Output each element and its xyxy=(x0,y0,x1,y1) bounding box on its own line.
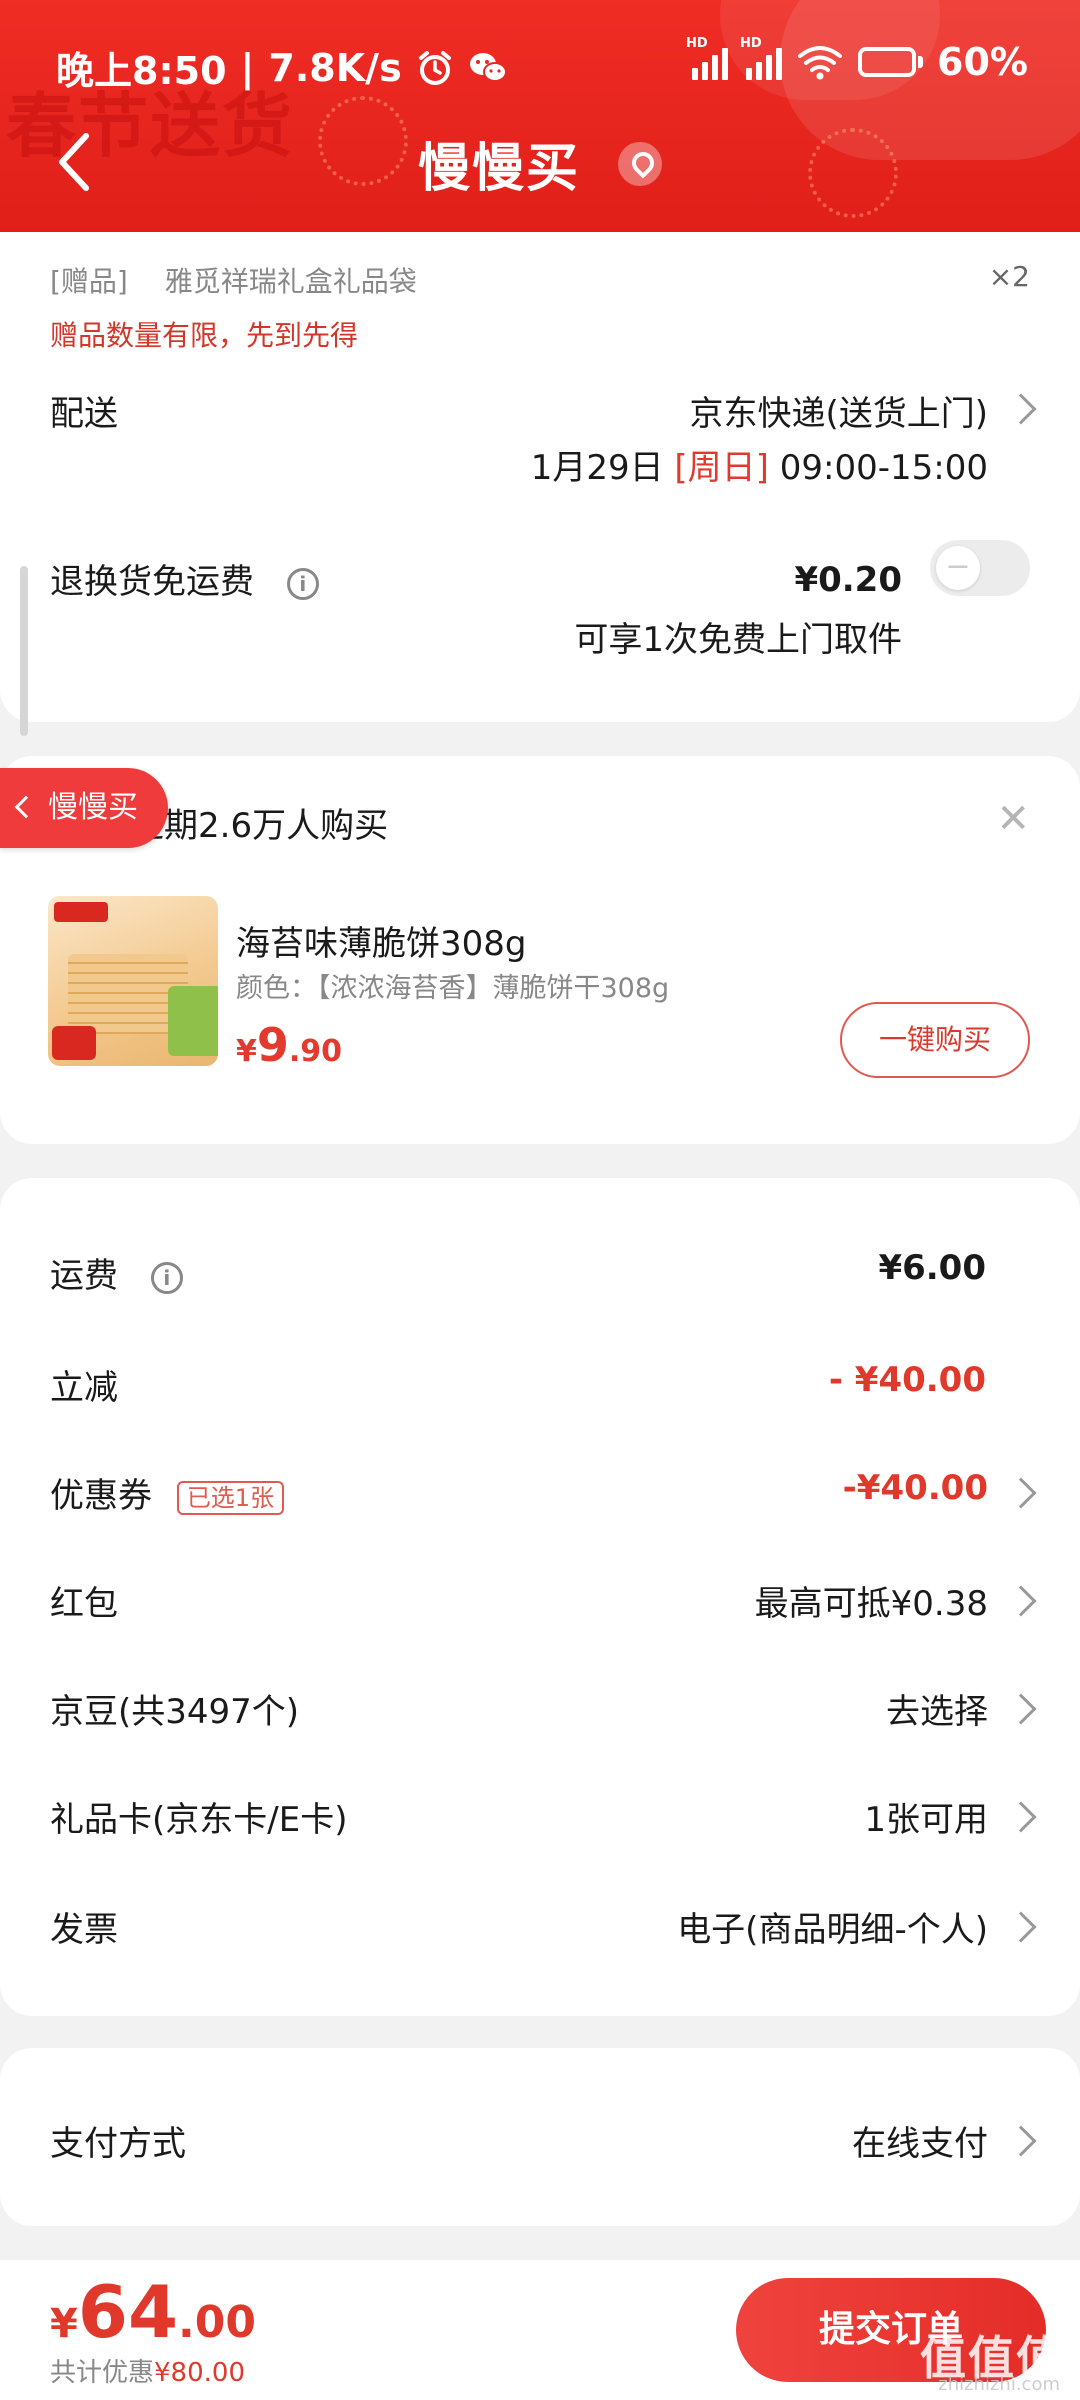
order-page: 春节送货 晚上8:50 | 7.8K/s HD HD 60% 慢慢买 [赠品] … xyxy=(0,0,1080,2400)
alarm-icon xyxy=(418,50,451,85)
delivery-weekday: [周日] xyxy=(674,448,769,488)
total-integer: 64 xyxy=(77,2270,179,2354)
page-title-wrap: 慢慢买 xyxy=(0,126,1080,201)
gift-name: 雅觅祥瑞礼盒礼品袋 xyxy=(164,265,417,298)
fee-value-giftcard[interactable]: 1张可用 xyxy=(864,1792,988,1841)
one-click-buy-button[interactable]: 一键购买 xyxy=(840,1002,1030,1078)
return-shipping-note: 可享1次免费上门取件 xyxy=(574,620,902,660)
return-shipping-label: 退换货免运费 xyxy=(50,562,254,602)
wifi-icon xyxy=(798,46,843,80)
return-shipping-toggle[interactable]: − xyxy=(930,540,1030,596)
battery-icon xyxy=(858,47,924,77)
fee-value-coupon[interactable]: -¥40.00 xyxy=(843,1468,988,1508)
fee-row-shipping: 运费 i xyxy=(50,1248,183,1297)
fee-label-giftcard: 礼品卡(京东卡/E卡) xyxy=(50,1800,348,1840)
savings-amount: ¥80.00 xyxy=(154,2358,245,2388)
fee-label: 运费 xyxy=(50,1256,118,1296)
fee-value-redpacket[interactable]: 最高可抵¥0.38 xyxy=(755,1576,988,1625)
fee-label-invoice: 发票 xyxy=(50,1910,118,1950)
header: 春节送货 晚上8:50 | 7.8K/s HD HD 60% 慢慢买 xyxy=(0,0,1080,232)
payment-value[interactable]: 在线支付 xyxy=(852,2116,988,2165)
gift-tip: 赠品数量有限，先到先得 xyxy=(50,319,359,352)
chevron-left-icon xyxy=(14,795,38,819)
savings-label: 共计优惠 xyxy=(50,2358,155,2388)
recommend-title: 近期2.6万人购买 xyxy=(130,806,389,846)
site-watermark-url: zhizhizhi.com xyxy=(938,2374,1060,2395)
close-icon[interactable]: ✕ xyxy=(996,796,1030,842)
scrollbar[interactable] xyxy=(20,566,28,736)
gift-quantity: ×2 xyxy=(988,260,1030,293)
price-decimal: .90 xyxy=(288,1034,343,1069)
page-title: 慢慢买 xyxy=(417,139,580,199)
delivery-time: 09:00-15:00 xyxy=(779,448,988,488)
status-bar: 晚上8:50 | 7.8K/s HD HD 60% xyxy=(0,0,1080,120)
fee-value-invoice[interactable]: 电子(商品明细-个人) xyxy=(677,1902,988,1951)
battery-percent: 60% xyxy=(937,40,1028,84)
return-shipping-row: 退换货免运费 i xyxy=(50,554,319,603)
delivery-label: 配送 xyxy=(50,394,118,434)
price-integer: 9 xyxy=(256,1018,289,1072)
delivery-slot[interactable]: 1月29日 [周日] 09:00-15:00 xyxy=(531,440,988,489)
product-spec: 颜色：【浓浓海苔香】薄脆饼干308g xyxy=(236,973,670,1004)
toggle-knob: − xyxy=(936,546,980,590)
product-thumbnail[interactable] xyxy=(48,896,218,1066)
product-name[interactable]: 海苔味薄脆饼308g xyxy=(236,916,526,965)
fee-row-coupon[interactable]: 优惠券 已选1张 xyxy=(50,1468,285,1517)
redpacket-value: 最高可抵¥0.38 xyxy=(754,1584,988,1624)
product-price: ¥9.90 xyxy=(236,1018,342,1072)
total-decimal: .00 xyxy=(178,2297,256,2348)
package-image xyxy=(168,986,218,1056)
fee-label-discount: 立减 xyxy=(50,1368,118,1408)
location-pin-icon[interactable] xyxy=(618,141,663,186)
total-savings: 共计优惠¥80.00 xyxy=(50,2352,245,2389)
gift-row: [赠品] 雅觅祥瑞礼盒礼品袋 xyxy=(50,260,445,300)
status-divider: | xyxy=(240,45,255,90)
fee-value-jingdou[interactable]: 去选择 xyxy=(886,1684,988,1733)
manmanmai-float-tab[interactable]: 慢慢买 xyxy=(0,768,168,848)
fee-label-redpacket: 红包 xyxy=(50,1584,118,1624)
wechat-icon xyxy=(469,52,507,82)
info-icon[interactable]: i xyxy=(150,1261,183,1294)
return-shipping-price: ¥0.20 xyxy=(794,560,902,600)
payment-label: 支付方式 xyxy=(50,2124,186,2164)
brand-logo xyxy=(54,902,108,922)
order-total: ¥64.00 xyxy=(50,2270,256,2354)
float-tab-label: 慢慢买 xyxy=(48,790,138,825)
price-sticker xyxy=(52,1026,96,1060)
fee-label: 优惠券 xyxy=(50,1476,152,1516)
status-time: 晚上8:50 xyxy=(56,49,227,93)
fee-value-discount: - ¥40.00 xyxy=(828,1360,986,1400)
currency-symbol: ¥ xyxy=(236,1034,257,1069)
coupon-selected-badge: 已选1张 xyxy=(176,1480,285,1515)
fee-label-jingdou: 京豆(共3497个) xyxy=(50,1692,300,1732)
currency-symbol: ¥ xyxy=(50,2301,78,2347)
signal-icon: HD xyxy=(740,36,783,80)
signal-icon: HD xyxy=(686,36,729,80)
delivery-date: 1月29日 xyxy=(530,448,664,488)
info-icon[interactable]: i xyxy=(286,567,319,600)
network-speed: 7.8K/s xyxy=(268,45,402,90)
fee-value: ¥6.00 xyxy=(878,1248,986,1288)
gift-tag: [赠品] xyxy=(50,265,128,298)
delivery-carrier[interactable]: 京东快递(送货上门) xyxy=(689,386,988,435)
